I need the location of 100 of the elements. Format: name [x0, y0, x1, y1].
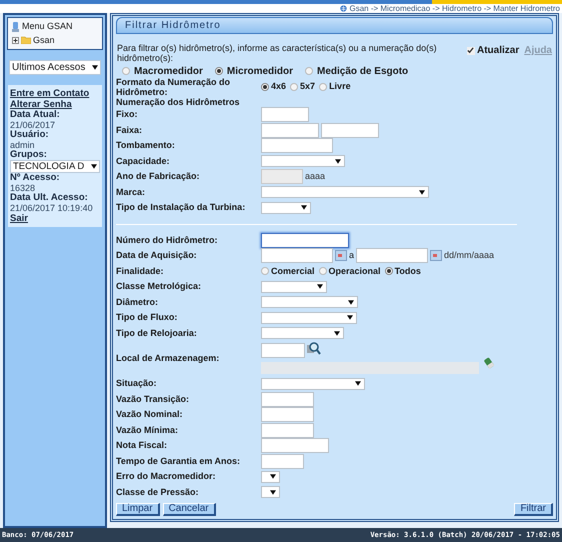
- caret-icon: [270, 490, 276, 495]
- tree-item[interactable]: Gsan: [33, 34, 55, 47]
- radio-button[interactable]: [261, 82, 269, 91]
- info-value: 16328: [10, 183, 36, 193]
- calendar-icon: [335, 250, 347, 262]
- radio-label: Micromedidor: [226, 64, 294, 78]
- link[interactable]: Alterar Senha: [10, 99, 100, 110]
- field-label: Local de Armazenagem:: [116, 352, 220, 365]
- radio-button[interactable]: [319, 82, 328, 91]
- input-field[interactable]: [261, 248, 333, 264]
- field-label: Marca:: [116, 186, 146, 198]
- panel-title: Filtrar Hidrômetro: [116, 17, 553, 34]
- radio-button[interactable]: [318, 267, 327, 276]
- field-label: Vazão Mínima:: [116, 424, 180, 436]
- input-field[interactable]: [261, 438, 329, 454]
- input-field[interactable]: [261, 454, 304, 469]
- field-label: Classe de Pressão:: [116, 486, 200, 498]
- select-field[interactable]: [261, 486, 280, 498]
- field-label: Tipo de Relojoaria:: [116, 326, 198, 340]
- format-hint: dd/mm/aaaa: [444, 249, 494, 262]
- select-field[interactable]: [261, 155, 345, 168]
- radio-label: Medição de Esgoto: [317, 64, 408, 78]
- radio-label: Livre: [329, 80, 351, 93]
- field-label: Faixa:: [116, 124, 144, 136]
- caret-icon: [270, 474, 276, 480]
- radio-label: Todos: [394, 264, 421, 278]
- radio-button[interactable]: [305, 67, 314, 75]
- checkbox[interactable]: [466, 46, 475, 54]
- caret-icon: [355, 381, 361, 386]
- section-label: Numeração dos Hidrômetros: [116, 97, 241, 107]
- select-field[interactable]: [261, 312, 357, 324]
- select-field[interactable]: [261, 280, 327, 293]
- link[interactable]: Entre em Contato: [10, 88, 100, 99]
- caret-icon: [301, 205, 307, 210]
- info-value: 21/06/2017: [10, 120, 56, 130]
- check-icon: [467, 47, 474, 54]
- eraser-icon: [483, 357, 495, 369]
- field-label: Formato da Numeração do Hidrômetro:: [116, 77, 232, 97]
- info-label: Usuário:: [10, 130, 50, 140]
- radio-button[interactable]: [290, 82, 298, 91]
- range-separator: a: [349, 249, 354, 262]
- input-field[interactable]: [261, 422, 314, 438]
- input-field[interactable]: [261, 232, 349, 248]
- radio-label: 5x7: [300, 80, 316, 93]
- group-dropdown[interactable]: TECNOLOGIA D: [10, 160, 100, 173]
- radio-label: Operacional: [328, 264, 381, 278]
- caret-icon: [91, 164, 97, 169]
- recent-access-dropdown[interactable]: Ultimos Acessos: [9, 60, 101, 75]
- input-field[interactable]: [261, 122, 319, 138]
- field-label: Número do Hidrômetro:: [116, 234, 219, 246]
- input-field[interactable]: [321, 122, 379, 138]
- input-field[interactable]: [261, 107, 309, 122]
- instruction-text: Para filtrar o(s) hidrômetro(s), informe as característica(s) ou a numeração do(s) hidrômetro(s):: [117, 43, 438, 63]
- field-label: Tipo de Fluxo:: [116, 311, 178, 324]
- button[interactable]: Limpar: [116, 503, 160, 516]
- info-label: Data Ult. Acesso:: [10, 193, 89, 203]
- select-field[interactable]: [261, 327, 344, 340]
- radio-label: Macromedidor: [134, 64, 203, 78]
- field-label: Nota Fiscal:: [116, 439, 168, 452]
- select-field[interactable]: [261, 202, 311, 214]
- breadcrumb: Gsan -> Micromedicao -> Hidrometro -> Manter Hidrometro: [349, 4, 560, 12]
- caret-icon: [335, 158, 341, 164]
- field-label: Diâmetro:: [116, 296, 160, 308]
- input-field[interactable]: [356, 248, 428, 264]
- field-label: Fixo:: [116, 108, 138, 121]
- magnifier-icon: [306, 341, 321, 356]
- menu-title: Menu GSAN: [22, 20, 73, 33]
- radio-button[interactable]: [261, 267, 269, 276]
- computer-icon: [12, 22, 19, 32]
- button[interactable]: Cancelar: [162, 503, 216, 516]
- select-field[interactable]: [261, 378, 365, 390]
- field-label: Tempo de Garantia em Anos:: [116, 454, 242, 468]
- radio-label: Comercial: [271, 264, 315, 278]
- calendar-icon: [430, 250, 442, 262]
- info-value: 21/06/2017 10:19:40: [10, 203, 94, 213]
- field-label: Tipo de Instalação da Turbina:: [116, 201, 246, 214]
- logout-link[interactable]: Sair: [10, 214, 100, 224]
- input-field[interactable]: [261, 407, 314, 422]
- format-hint: aaaa: [305, 170, 326, 183]
- info-value: admin: [10, 140, 36, 150]
- field-label: Vazão Nominal:: [116, 408, 184, 421]
- radio-button[interactable]: [122, 67, 130, 75]
- field-label: Tombamento:: [116, 139, 176, 152]
- folder-icon: [21, 36, 31, 44]
- radio-button[interactable]: [214, 67, 223, 75]
- input-field[interactable]: [261, 343, 305, 358]
- input-field[interactable]: [261, 392, 314, 407]
- field-label: Ano de Fabricação:: [116, 170, 201, 183]
- select-field[interactable]: [261, 296, 358, 308]
- button[interactable]: Filtrar: [514, 503, 553, 516]
- caret-icon: [317, 284, 323, 290]
- caret-icon: [334, 330, 340, 336]
- info-label: Grupos:: [10, 150, 48, 160]
- input-field[interactable]: [261, 138, 333, 154]
- select-field[interactable]: [261, 470, 280, 483]
- caret-icon: [419, 190, 425, 195]
- radio-button[interactable]: [384, 267, 393, 276]
- checkbox-label: Atualizar: [476, 44, 520, 58]
- caret-icon: [92, 65, 98, 70]
- select-field[interactable]: [261, 186, 429, 198]
